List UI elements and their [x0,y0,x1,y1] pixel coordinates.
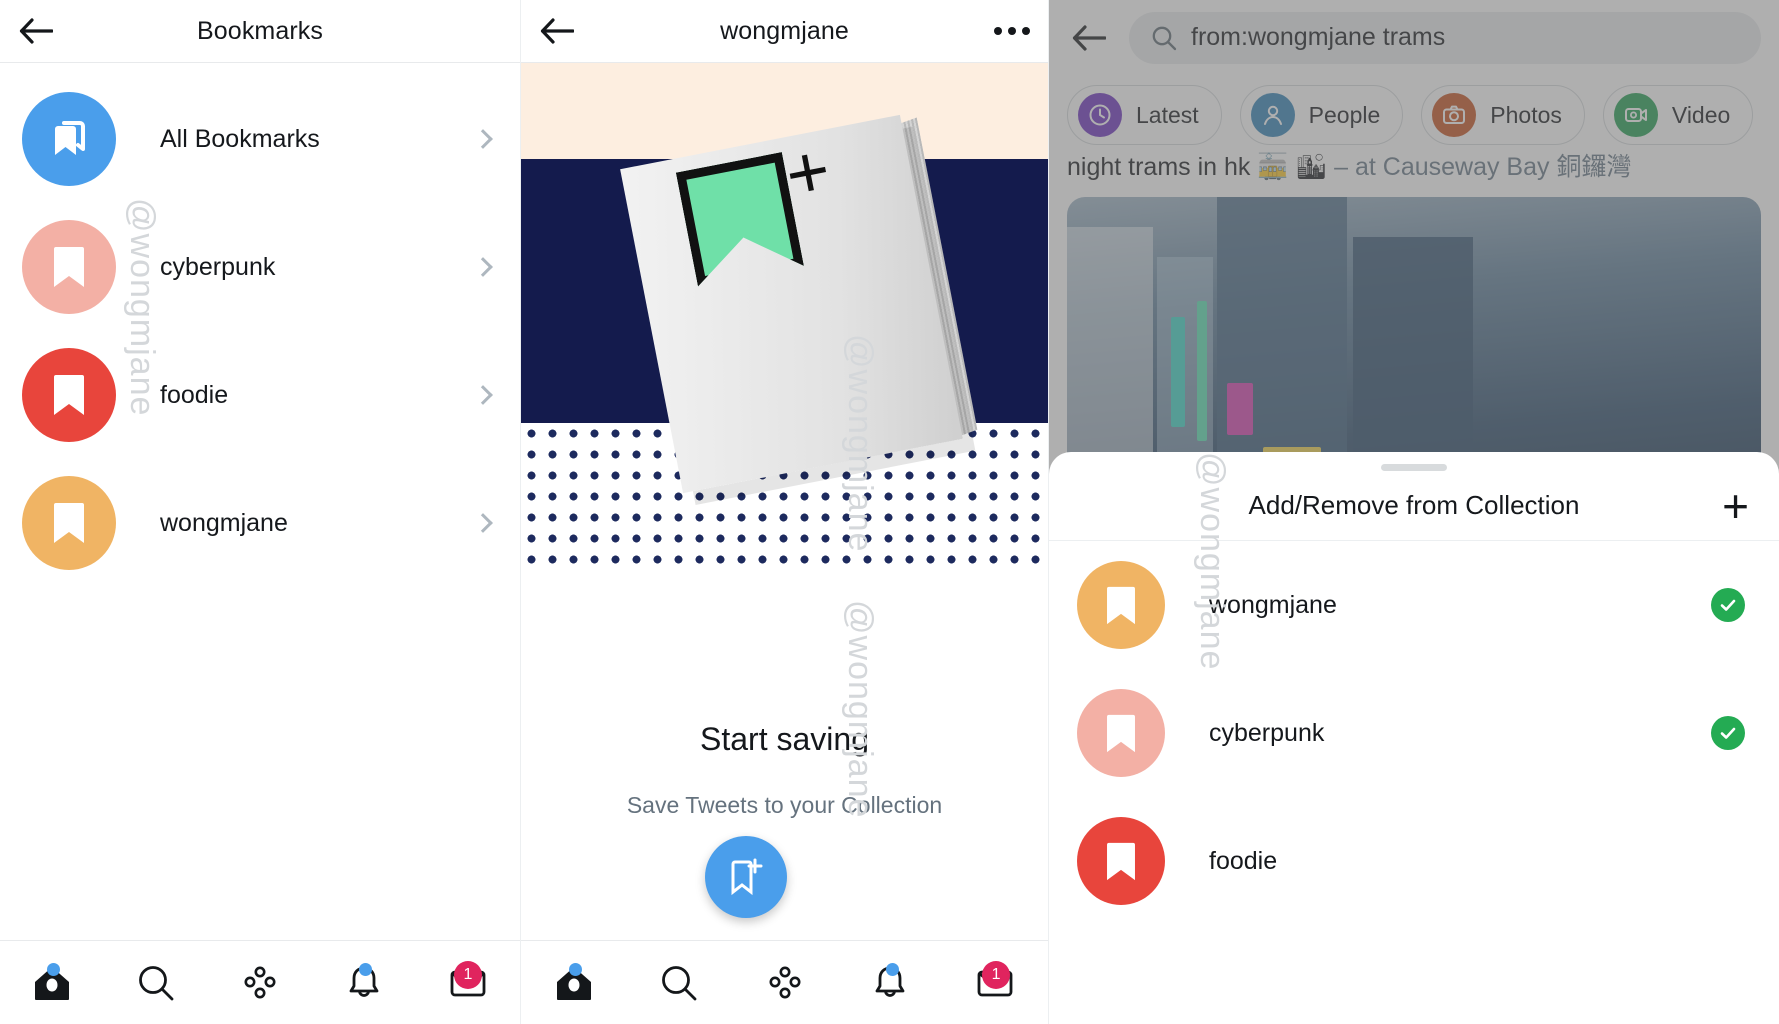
back-button[interactable] [535,9,579,53]
drag-handle[interactable] [1381,464,1447,471]
bottom-nav-left: 1 [0,940,520,1024]
nav-notifications[interactable] [312,941,416,1024]
bottom-nav-mid: 1 [521,940,1048,1024]
empty-state-illustration: + [521,63,1048,567]
collection-avatar [22,476,116,570]
search-icon [139,965,174,1000]
chevron-right-icon [473,257,493,277]
book-graphic: + [620,114,978,494]
collection-row-foodie[interactable]: foodie [0,331,520,459]
arrow-left-icon [540,18,574,44]
unread-dot [885,963,899,976]
collection-row-all-bookmarks[interactable]: All Bookmarks [0,75,520,203]
spaces-icon [769,966,801,998]
nav-home[interactable] [0,941,104,1024]
bookmark-icon [54,503,84,543]
unread-dot [359,963,372,976]
nav-home[interactable] [521,941,626,1024]
bookmarks-collections-panel: Bookmarks All Bookmarks cyberpunk foodie… [0,0,521,1024]
collection-avatar [1077,561,1165,649]
collection-avatar [1077,817,1165,905]
search-icon [662,965,697,1000]
more-horizontal-icon [1022,27,1030,35]
collection-label: foodie [160,380,229,409]
empty-state-subtitle: Save Tweets to your Collection [626,792,943,818]
empty-state-text: Start saving Save Tweets to your Collect… [521,721,1048,819]
chevron-right-icon [473,513,493,533]
sheet-row-wongmjane[interactable]: wongmjane [1049,541,1779,669]
plus-icon[interactable]: + [1722,483,1749,529]
collection-row-wongmjane[interactable]: wongmjane [0,459,520,587]
add-remove-collection-sheet: Add/Remove from Collection + wongmjane c… [1049,452,1779,1024]
add-bookmark-icon [731,858,763,896]
mid-panel-header: wongmjane [521,0,1048,63]
left-panel-header: Bookmarks [0,0,520,63]
collections-list: All Bookmarks cyberpunk foodie wongmjane [0,63,520,587]
collection-row-cyberpunk[interactable]: cyberpunk [0,203,520,331]
nav-search[interactable] [104,941,208,1024]
collection-label: cyberpunk [1209,718,1325,747]
collection-label: cyberpunk [160,252,276,281]
message-badge: 1 [454,961,482,989]
search-screen: from:wongmjane trams Latest People [1049,0,1779,1024]
check-icon [1711,588,1745,622]
sheet-title: Add/Remove from Collection [1248,490,1580,520]
arrow-left-icon [19,18,53,44]
more-horizontal-icon [1008,27,1016,35]
check-icon [1711,716,1745,750]
nav-notifications[interactable] [837,941,942,1024]
collection-avatar [1077,689,1165,777]
collection-avatar [22,220,116,314]
bookmark-icon [54,247,84,287]
nav-messages[interactable]: 1 [416,941,520,1024]
message-badge: 1 [982,961,1011,989]
bookmark-icon [1107,842,1135,880]
nav-spaces[interactable] [732,941,837,1024]
spaces-icon [244,966,276,998]
collection-label: wongmjane [1209,590,1337,619]
collection-avatar [22,348,116,442]
collection-label: All Bookmarks [160,124,320,153]
bookmark-icon [1107,714,1135,752]
more-options-button[interactable] [994,27,1030,35]
empty-state-title: Start saving [700,721,869,757]
add-bookmark-fab[interactable] [705,836,787,918]
sheet-row-foodie[interactable]: foodie [1049,797,1779,925]
collection-title: wongmjane [720,16,849,45]
screenshot-stage: Bookmarks All Bookmarks cyberpunk foodie… [0,0,1779,1024]
bookmark-icon [54,375,84,415]
sheet-row-cyberpunk[interactable]: cyberpunk [1049,669,1779,797]
nav-spaces[interactable] [208,941,312,1024]
bookmark-icon [1107,586,1135,624]
nav-messages[interactable]: 1 [943,941,1048,1024]
page-title: Bookmarks [197,16,323,45]
back-button[interactable] [14,9,58,53]
collection-detail-panel: wongmjane + Start saving Save Tweets to … [521,0,1049,1024]
collection-label: wongmjane [160,508,288,537]
chevron-right-icon [473,129,493,149]
collection-label: foodie [1209,846,1278,875]
unread-dot [47,963,60,976]
sheet-header: Add/Remove from Collection + [1049,471,1779,541]
more-horizontal-icon [994,27,1002,35]
chevron-right-icon [473,385,493,405]
collection-avatar [22,92,116,186]
nav-search[interactable] [626,941,731,1024]
bookmarks-stack-icon [55,121,85,155]
search-results-panel: from:wongmjane trams Latest People [1049,0,1779,1024]
